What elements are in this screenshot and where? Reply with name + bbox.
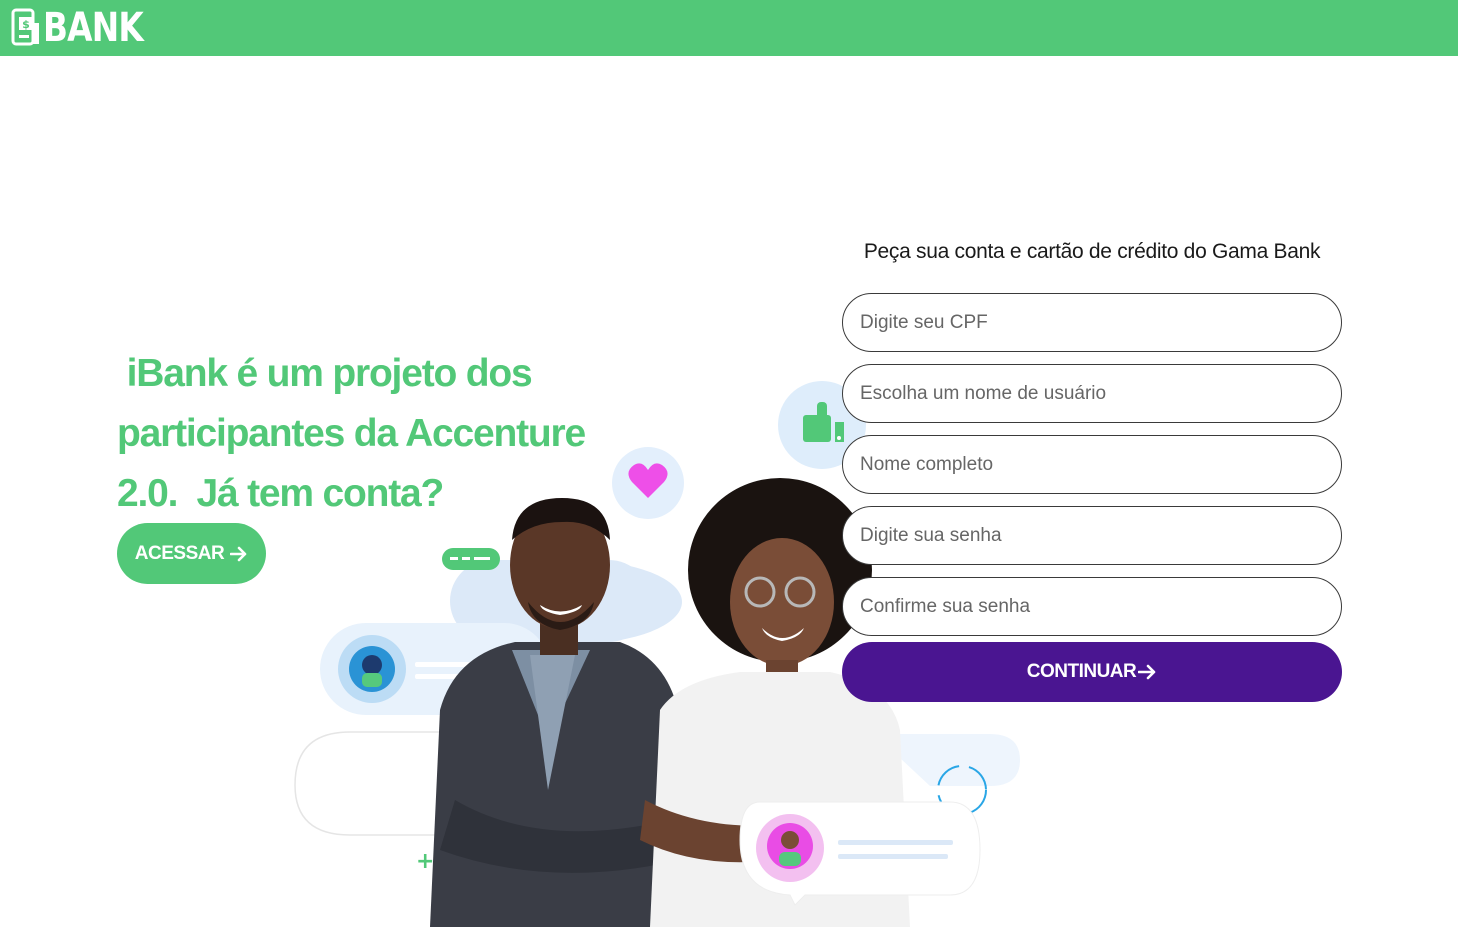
- svg-text:$: $: [22, 18, 30, 31]
- hero-line-1: iBank é um projeto dos: [126, 352, 533, 395]
- ibank-logo[interactable]: $ BANK: [11, 6, 165, 50]
- hero-line-2: participantes da Accenture: [117, 412, 586, 455]
- access-button-label: ACESSAR: [134, 542, 225, 564]
- hero-heading: iBank é um projeto dos participantes da …: [117, 344, 597, 524]
- password-input[interactable]: [842, 506, 1342, 565]
- fullname-input[interactable]: [842, 435, 1342, 494]
- arrow-right-icon: [1138, 664, 1156, 680]
- username-input[interactable]: [842, 364, 1342, 423]
- continue-button[interactable]: CONTINUAR: [842, 642, 1342, 702]
- access-button[interactable]: ACESSAR: [117, 523, 266, 584]
- top-navbar: $ BANK: [0, 0, 1458, 56]
- svg-text:+: +: [416, 849, 434, 874]
- hero-line-3: 2.0. Já tem conta?: [117, 472, 444, 515]
- logo-text: BANK: [43, 5, 144, 51]
- form-title: Peça sua conta e cartão de crédito do Ga…: [863, 240, 1321, 263]
- confirm-password-input[interactable]: [842, 577, 1342, 636]
- mobile-money-icon: $: [11, 8, 39, 46]
- arrow-right-icon: [230, 546, 247, 561]
- continue-button-label: CONTINUAR: [1026, 661, 1137, 682]
- cpf-input[interactable]: [842, 293, 1342, 352]
